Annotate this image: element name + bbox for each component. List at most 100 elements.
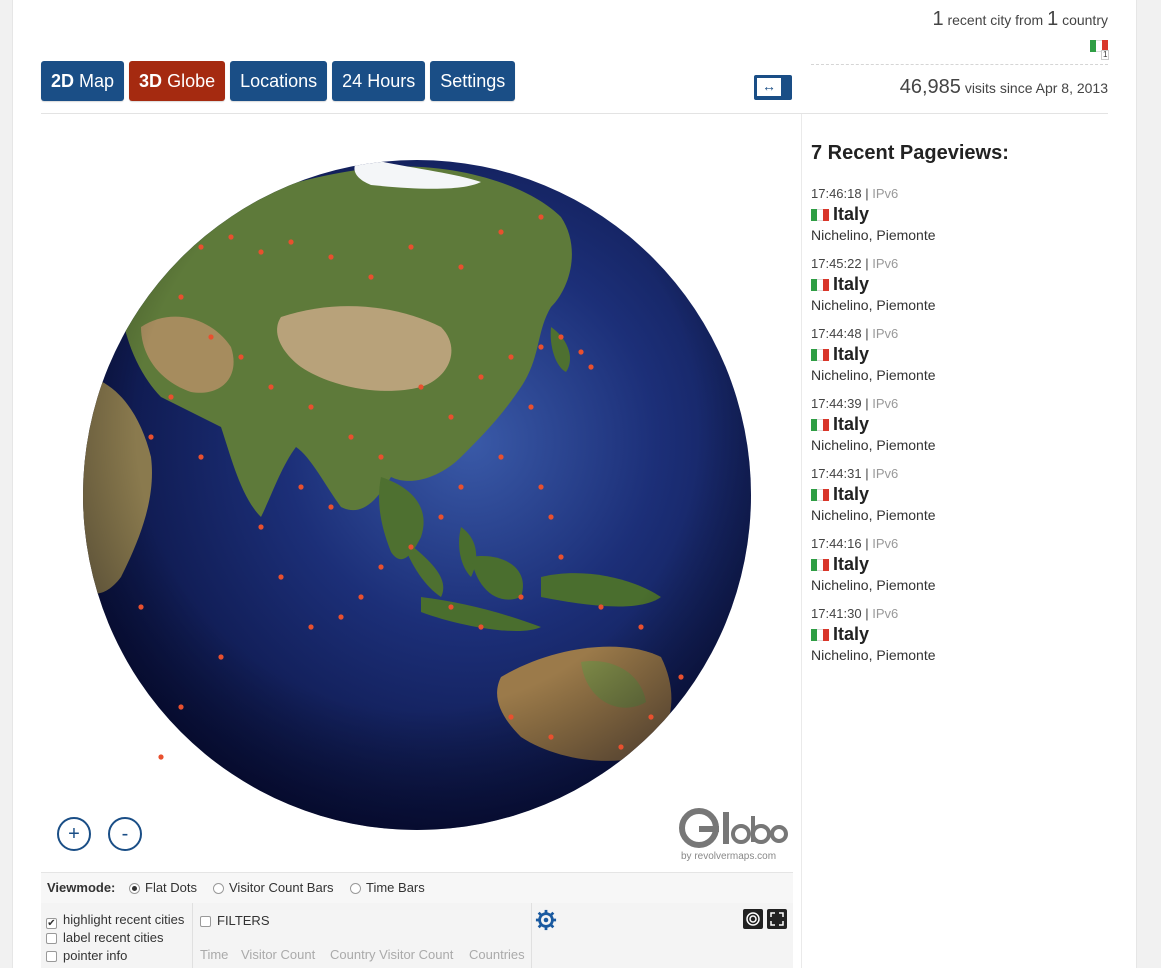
pageview-country[interactable]: Italy: [811, 343, 1111, 365]
visitor-dot: [558, 334, 564, 340]
viewmode-label: Viewmode:: [47, 880, 116, 895]
options-panel: ✔ highlight recent cities label recent ci…: [41, 903, 793, 968]
visitor-dot: [498, 454, 504, 460]
tab-locations[interactable]: Locations: [230, 61, 328, 101]
radio-visitor-count-bars[interactable]: Visitor Count Bars: [213, 880, 334, 895]
view-tabs: 2D Map 3D Globe Locations 24 Hours Setti…: [41, 61, 516, 101]
globe[interactable]: [81, 157, 753, 832]
visitor-dot: [368, 274, 374, 280]
visitor-dot: [198, 244, 204, 250]
zoom-in-button[interactable]: +: [57, 817, 91, 851]
logo-byline[interactable]: by revolvermaps.com: [681, 851, 776, 862]
visitor-dot: [338, 614, 344, 620]
recent-pageviews-title: 7 Recent Pageviews:: [811, 142, 1009, 164]
visitor-dot: [198, 454, 204, 460]
visitor-dot: [548, 734, 554, 740]
pageview-country[interactable]: Italy: [811, 413, 1111, 435]
filter-tab-visitor-count[interactable]: Visitor Count: [241, 947, 315, 962]
visitor-dot: [308, 404, 314, 410]
pageview-city: Nichelino, Piemonte: [811, 507, 936, 523]
visitor-dot: [298, 484, 304, 490]
pageview-time: 17:44:31 | IPv6: [811, 466, 899, 481]
visitor-dot: [328, 254, 334, 260]
visitor-dot: [538, 344, 544, 350]
page: 1 recent city from 1 country 1 46,985 vi…: [12, 0, 1137, 968]
pageview-city: Nichelino, Piemonte: [811, 297, 936, 313]
pageview-country[interactable]: Italy: [811, 623, 1111, 645]
gear-icon[interactable]: [535, 909, 557, 931]
tabs-divider: [41, 113, 1108, 114]
visitor-dot: [278, 574, 284, 580]
visitor-dot: [588, 364, 594, 370]
highlight-recent-checkbox[interactable]: ✔ highlight recent cities: [46, 912, 184, 929]
flag-count-badge: 1: [1101, 50, 1110, 60]
italy-flag-icon: [811, 419, 829, 431]
visitor-dot: [408, 244, 414, 250]
visitor-dot: [238, 354, 244, 360]
visitor-dot: [158, 754, 164, 760]
header-divider: [811, 64, 1108, 65]
pageview-item: 17:46:18 | IPv6 Italy Nichelino, Piemonte: [811, 186, 1111, 243]
pageview-item: 17:44:39 | IPv6 Italy Nichelino, Piemonte: [811, 396, 1111, 453]
italy-flag-icon: [811, 349, 829, 361]
pageview-city: Nichelino, Piemonte: [811, 577, 936, 593]
filters-checkbox[interactable]: FILTERS: [200, 913, 270, 928]
recent-cities-stat: 1 recent city from 1 country: [932, 8, 1108, 31]
pageview-city: Nichelino, Piemonte: [811, 647, 936, 663]
target-icon[interactable]: [743, 909, 763, 929]
visits-stat: 46,985 visits since Apr 8, 2013: [900, 76, 1108, 99]
visitor-dot: [308, 624, 314, 630]
pageview-country[interactable]: Italy: [811, 273, 1111, 295]
label-recent-checkbox[interactable]: label recent cities: [46, 930, 163, 945]
italy-flag-icon: [811, 629, 829, 641]
pageview-city: Nichelino, Piemonte: [811, 227, 936, 243]
zoom-out-button[interactable]: -: [108, 817, 142, 851]
visitor-dot: [168, 394, 174, 400]
pageview-country[interactable]: Italy: [811, 483, 1111, 505]
visitor-dot: [598, 604, 604, 610]
countries-text: country: [1062, 12, 1108, 28]
fullscreen-icon[interactable]: [767, 909, 787, 929]
visitor-dot: [328, 504, 334, 510]
visitor-dot: [178, 704, 184, 710]
visitor-dot: [638, 624, 644, 630]
countries-count: 1: [1047, 8, 1059, 30]
tab-2d-map[interactable]: 2D Map: [41, 61, 125, 101]
pointer-info-checkbox[interactable]: pointer info: [46, 948, 127, 963]
visitor-dot: [508, 354, 514, 360]
visitor-dot: [438, 514, 444, 520]
pageview-country[interactable]: Italy: [811, 203, 1111, 225]
filter-tab-countries[interactable]: Countries: [469, 947, 525, 962]
visitor-dot: [218, 654, 224, 660]
globe-viewport[interactable]: [81, 157, 753, 832]
visitor-dot: [458, 264, 464, 270]
pageview-item: 17:41:30 | IPv6 Italy Nichelino, Piemonte: [811, 606, 1111, 663]
expand-button[interactable]: ↔: [754, 75, 792, 100]
tab-24-hours[interactable]: 24 Hours: [332, 61, 426, 101]
pageview-item: 17:44:16 | IPv6 Italy Nichelino, Piemonte: [811, 536, 1111, 593]
visitor-dot: [518, 594, 524, 600]
filter-tab-time[interactable]: Time: [200, 947, 228, 962]
pageview-time: 17:41:30 | IPv6: [811, 606, 899, 621]
visitor-dot: [418, 384, 424, 390]
visitor-dot: [378, 454, 384, 460]
visitor-dot: [458, 484, 464, 490]
pageview-city: Nichelino, Piemonte: [811, 367, 936, 383]
visitor-dot: [648, 714, 654, 720]
pageview-time: 17:46:18 | IPv6: [811, 186, 899, 201]
pageview-time: 17:44:16 | IPv6: [811, 536, 899, 551]
visitor-dot: [498, 229, 504, 235]
tab-3d-globe[interactable]: 3D Globe: [129, 61, 226, 101]
radio-flat-dots[interactable]: Flat Dots: [129, 880, 197, 895]
pageview-country[interactable]: Italy: [811, 553, 1111, 575]
filter-tab-country-visitor-count[interactable]: Country Visitor Count: [330, 947, 453, 962]
visitor-dot: [448, 604, 454, 610]
tab-settings[interactable]: Settings: [430, 61, 516, 101]
radio-time-bars[interactable]: Time Bars: [350, 880, 425, 895]
pageview-time: 17:44:48 | IPv6: [811, 326, 899, 341]
visitor-dot: [258, 249, 264, 255]
visitor-dot: [528, 404, 534, 410]
visitor-dot: [138, 604, 144, 610]
visitor-dot: [228, 234, 234, 240]
visitor-dot: [578, 349, 584, 355]
